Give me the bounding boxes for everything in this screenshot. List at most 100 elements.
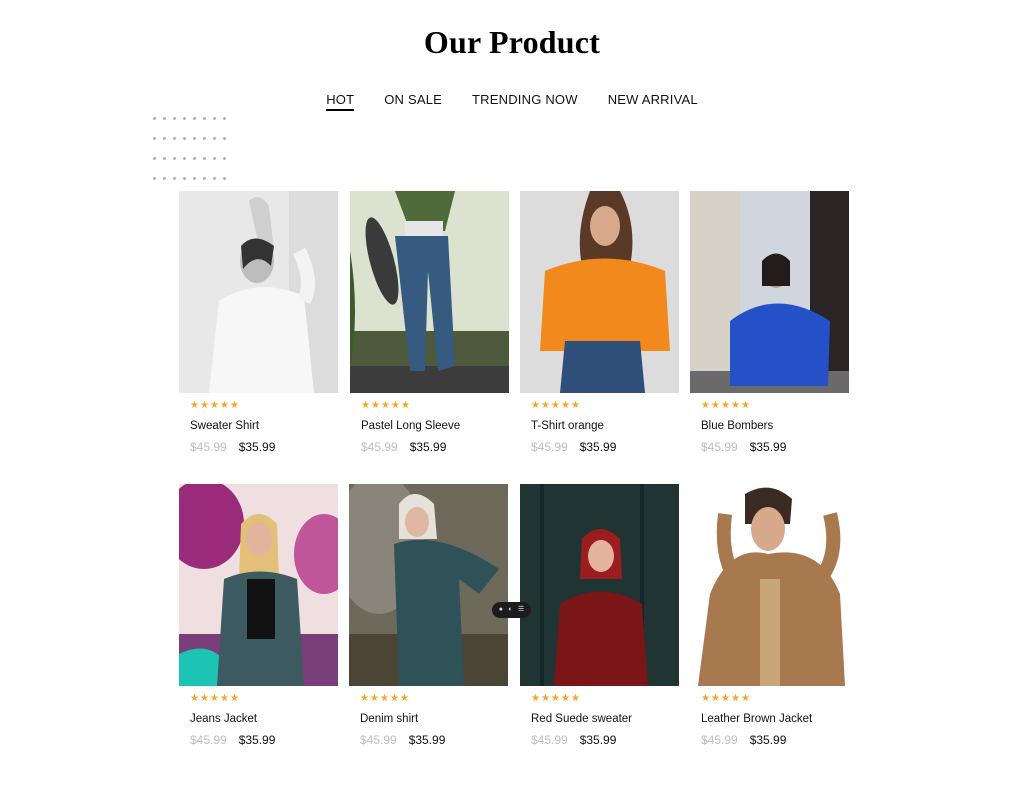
star-icon: ★ (741, 693, 750, 704)
star-icon: ★ (381, 400, 390, 411)
product-price: $45.99 $35.99 (179, 733, 338, 747)
star-icon: ★ (380, 693, 389, 704)
sale-price: $35.99 (579, 440, 617, 454)
product-image[interactable] (179, 484, 338, 686)
product-image[interactable] (520, 191, 679, 393)
page-title: Our Product (423, 24, 601, 60)
grid-dot (173, 157, 176, 160)
rating-stars: ★ ★ ★ ★ ★ (520, 694, 679, 704)
product-card-sweater-shirt[interactable]: ★ ★ ★ ★ ★ Sweater Shirt $45.99 $35.99 (179, 191, 338, 454)
product-card-denim-shirt[interactable]: ★ ★ ★ ★ ★ Denim shirt $45.99 $35.99 (349, 484, 508, 747)
product-card-pastel-long-sleeve[interactable]: ★ ★ ★ ★ ★ Pastel Long Sleeve $45.99 $35.99 (350, 191, 509, 454)
grid-dot (173, 177, 176, 180)
star-icon: ★ (701, 693, 710, 704)
rating-stars: ★ ★ ★ ★ ★ (690, 401, 849, 411)
grid-dot (183, 177, 186, 180)
product-price: $45.99 $35.99 (520, 440, 679, 454)
product-card-leather-brown-jacket[interactable]: ★ ★ ★ ★ ★ Leather Brown Jacket $45.99 $35.99 (690, 484, 849, 747)
original-price: $45.99 (190, 733, 227, 747)
grid-dot (223, 177, 226, 180)
product-name[interactable]: Sweater Shirt (179, 420, 338, 432)
grid-dot (223, 157, 226, 160)
star-icon: ★ (361, 400, 370, 411)
grid-dot (153, 157, 156, 160)
floating-image-toolbar[interactable]: ● ◐ ☰ (492, 602, 531, 618)
grid-dot (223, 137, 226, 140)
original-price: $45.99 (360, 733, 397, 747)
grid-dot (153, 137, 156, 140)
rating-stars: ★ ★ ★ ★ ★ (179, 401, 338, 411)
product-image[interactable] (179, 191, 338, 393)
original-price: $45.99 (701, 733, 738, 747)
grid-dot (183, 157, 186, 160)
product-name[interactable]: T-Shirt orange (520, 420, 679, 432)
star-icon: ★ (531, 400, 540, 411)
product-card-red-suede-sweater[interactable]: ★ ★ ★ ★ ★ Red Suede sweater $45.99 $35.99 (520, 484, 679, 747)
star-icon: ★ (401, 400, 410, 411)
original-price: $45.99 (531, 440, 568, 454)
menu-icon[interactable]: ☰ (518, 602, 524, 618)
grid-dot (203, 177, 206, 180)
grid-dot (213, 137, 216, 140)
star-icon: ★ (200, 693, 209, 704)
rating-stars: ★ ★ ★ ★ ★ (690, 694, 849, 704)
product-card-jeans-jacket[interactable]: ★ ★ ★ ★ ★ Jeans Jacket $45.99 $35.99 (179, 484, 338, 747)
product-image[interactable] (690, 484, 849, 686)
star-icon: ★ (391, 400, 400, 411)
grid-dot (163, 177, 166, 180)
star-icon: ★ (701, 400, 710, 411)
sale-price: $35.99 (579, 733, 617, 747)
product-name[interactable]: Red Suede sweater (520, 713, 679, 725)
star-icon: ★ (541, 693, 550, 704)
product-name[interactable]: Denim shirt (349, 713, 508, 725)
product-name[interactable]: Blue Bombers (690, 420, 849, 432)
sale-price: $35.99 (749, 440, 787, 454)
product-name[interactable]: Pastel Long Sleeve (350, 420, 509, 432)
tab-new-arrival[interactable]: NEW ARRIVAL (608, 92, 698, 111)
grid-dot (193, 137, 196, 140)
grid-dot (193, 117, 196, 120)
product-price: $45.99 $35.99 (179, 440, 338, 454)
grid-dot (183, 137, 186, 140)
tab-trending-now[interactable]: TRENDING NOW (472, 92, 578, 111)
product-image[interactable] (520, 484, 679, 686)
star-icon: ★ (190, 693, 199, 704)
star-icon: ★ (400, 693, 409, 704)
product-price: $45.99 $35.99 (690, 733, 849, 747)
product-tabs: HOT ON SALE TRENDING NOW NEW ARRIVAL (0, 92, 1024, 111)
star-icon: ★ (721, 693, 730, 704)
star-icon: ★ (531, 693, 540, 704)
grid-dot (203, 117, 206, 120)
grid-dot (153, 177, 156, 180)
tab-on-sale[interactable]: ON SALE (384, 92, 442, 111)
star-icon: ★ (210, 693, 219, 704)
original-price: $45.99 (531, 733, 568, 747)
product-name[interactable]: Jeans Jacket (179, 713, 338, 725)
product-image[interactable] (349, 484, 508, 686)
link-icon[interactable]: ◐ (508, 602, 512, 618)
grid-dot (213, 157, 216, 160)
decorative-dot-grid (153, 117, 229, 181)
product-name[interactable]: Leather Brown Jacket (690, 713, 849, 725)
grid-dot (163, 137, 166, 140)
star-icon: ★ (220, 693, 229, 704)
star-icon: ★ (721, 400, 730, 411)
original-price: $45.99 (701, 440, 738, 454)
star-icon: ★ (741, 400, 750, 411)
product-image[interactable] (690, 191, 849, 393)
star-icon: ★ (561, 693, 570, 704)
rating-stars: ★ ★ ★ ★ ★ (349, 694, 508, 704)
product-price: $45.99 $35.99 (520, 733, 679, 747)
tab-hot[interactable]: HOT (326, 92, 355, 111)
grid-dot (223, 117, 226, 120)
comment-icon[interactable]: ● (499, 602, 503, 618)
star-icon: ★ (551, 693, 560, 704)
star-icon: ★ (571, 400, 580, 411)
product-price: $45.99 $35.99 (349, 733, 508, 747)
product-image[interactable] (350, 191, 509, 393)
sale-price: $35.99 (238, 440, 276, 454)
product-card-blue-bombers[interactable]: ★ ★ ★ ★ ★ Blue Bombers $45.99 $35.99 (690, 191, 849, 454)
product-card-t-shirt-orange[interactable]: ★ ★ ★ ★ ★ T-Shirt orange $45.99 $35.99 (520, 191, 679, 454)
sale-price: $35.99 (408, 733, 446, 747)
star-icon: ★ (370, 693, 379, 704)
